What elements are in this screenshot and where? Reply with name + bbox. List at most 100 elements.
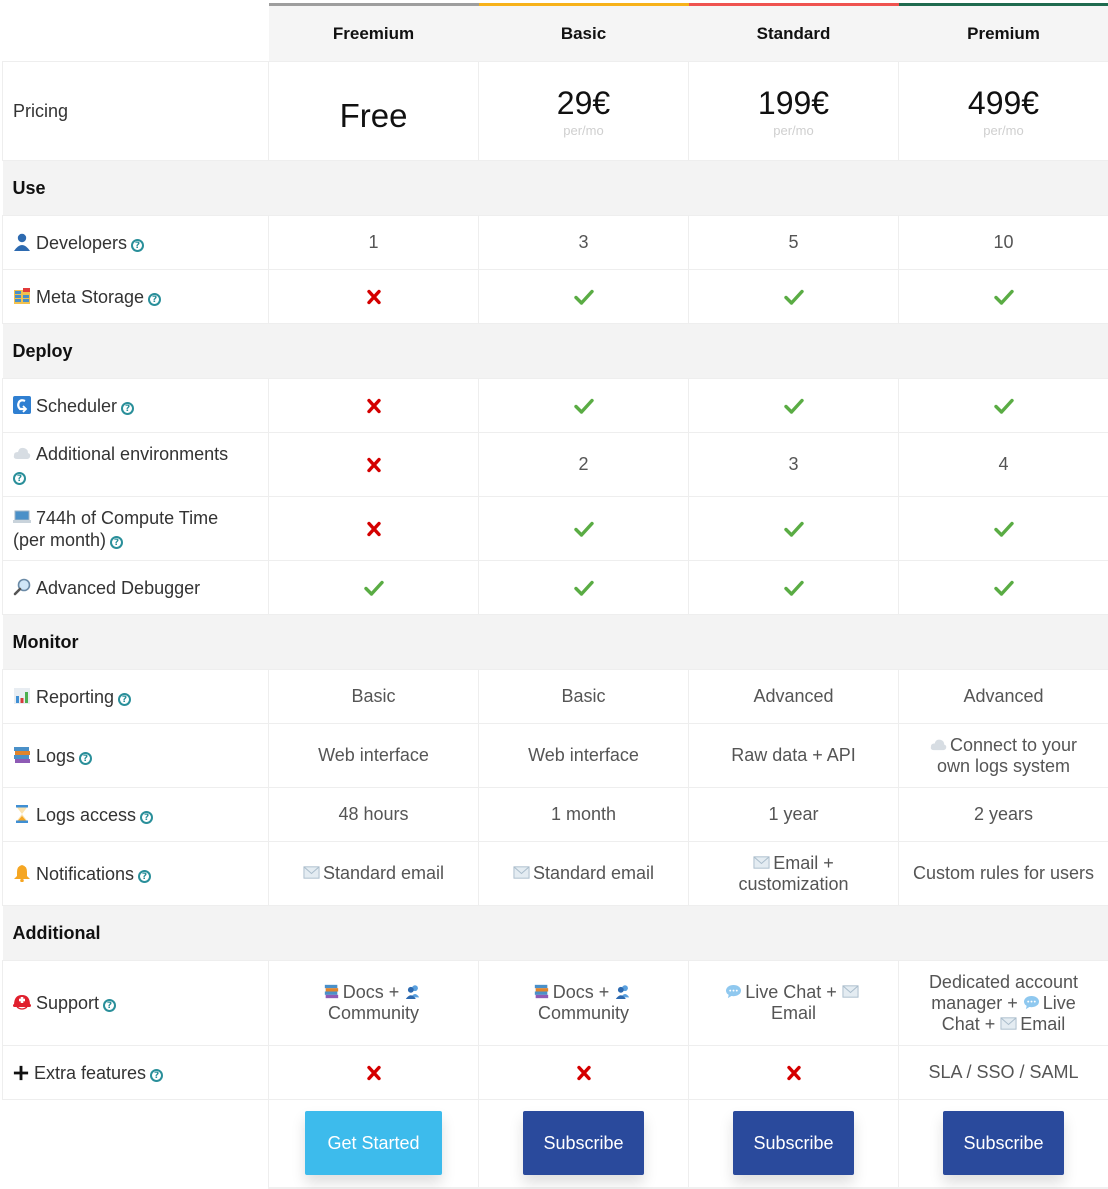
bar-chart-icon <box>13 687 31 705</box>
envelope-icon <box>753 855 770 870</box>
bell-icon <box>13 864 31 882</box>
feature-value: Docs + Community <box>479 961 689 1046</box>
feature-label-text: Meta Storage <box>36 287 144 307</box>
feature-value: SLA / SSO / SAML <box>899 1046 1108 1100</box>
feature-row-scheduler: Scheduler? <box>3 379 1108 433</box>
feature-value: Web interface <box>479 724 689 788</box>
feature-value <box>479 1046 689 1100</box>
section-use: Use <box>3 161 1108 216</box>
feature-label-text: Reporting <box>36 687 114 707</box>
feature-label-text: Extra features <box>34 1063 146 1083</box>
feature-label-text: Developers <box>36 233 127 253</box>
help-icon[interactable]: ? <box>150 1069 163 1082</box>
feature-value: Docs + Community <box>269 961 479 1046</box>
feature-value-text: Standard email <box>533 863 654 883</box>
help-icon[interactable]: ? <box>13 472 26 485</box>
feature-value: 2 <box>479 433 689 497</box>
help-icon[interactable]: ? <box>138 870 151 883</box>
help-icon[interactable]: ? <box>148 293 161 306</box>
cross-icon <box>364 1064 384 1082</box>
feature-value-text: Chat + <box>942 1014 996 1034</box>
feature-value <box>269 1046 479 1100</box>
feature-value-text: Docs + <box>343 982 400 1002</box>
feature-value-text: customization <box>738 874 848 894</box>
feature-value: 1 <box>269 216 479 270</box>
price-period: per/mo <box>689 123 898 138</box>
subscribe-premium-button[interactable]: Subscribe <box>943 1111 1064 1175</box>
magnifier-icon <box>13 578 31 596</box>
price-amount: 29€ <box>479 85 688 121</box>
check-icon <box>994 397 1014 415</box>
section-title: Monitor <box>3 615 1108 670</box>
header-blank <box>3 5 269 62</box>
cross-icon <box>364 456 384 474</box>
help-icon[interactable]: ? <box>121 402 134 415</box>
storage-icon <box>13 287 31 305</box>
feature-value-text: Live <box>1043 993 1076 1013</box>
section-deploy: Deploy <box>3 324 1108 379</box>
hourglass-icon <box>13 805 31 823</box>
check-icon <box>574 288 594 306</box>
envelope-icon <box>303 865 320 880</box>
cta-blank <box>3 1100 269 1188</box>
feature-row-meta-storage: Meta Storage? <box>3 270 1108 324</box>
section-title: Use <box>3 161 1108 216</box>
rescue-helmet-icon <box>13 993 31 1011</box>
check-icon <box>784 288 804 306</box>
cross-icon <box>784 1064 804 1082</box>
get-started-button[interactable]: Get Started <box>305 1111 442 1175</box>
feature-value <box>269 561 479 615</box>
help-icon[interactable]: ? <box>103 999 116 1012</box>
feature-label-text: Support <box>36 993 99 1013</box>
laptop-icon <box>13 508 31 526</box>
check-icon <box>994 579 1014 597</box>
subscribe-basic-button[interactable]: Subscribe <box>523 1111 644 1175</box>
feature-label: Logs? <box>3 724 269 788</box>
subscribe-standard-button[interactable]: Subscribe <box>733 1111 854 1175</box>
feature-label-text: (per month) <box>13 530 106 550</box>
feature-row-compute-time: 744h of Compute Time(per month)? <box>3 497 1108 561</box>
pricing-row: Pricing Free 29€ per/mo 199€ per/mo 499€… <box>3 62 1108 161</box>
feature-value <box>479 379 689 433</box>
section-monitor: Monitor <box>3 615 1108 670</box>
feature-value: Live Chat + Email <box>689 961 899 1046</box>
feature-value: 2 years <box>899 788 1108 842</box>
help-icon[interactable]: ? <box>110 536 123 549</box>
feature-row-developers: Developers? 1 3 5 10 <box>3 216 1108 270</box>
check-icon <box>784 579 804 597</box>
feature-value-text: Community <box>328 1003 419 1023</box>
pricing-table: Freemium Basic Standard Premium Pricing … <box>2 3 1108 1189</box>
help-icon[interactable]: ? <box>131 239 144 252</box>
feature-value-text: Email <box>1020 1014 1065 1034</box>
feature-label: Logs access? <box>3 788 269 842</box>
price-freemium: Free <box>269 62 479 161</box>
books-icon <box>533 984 550 999</box>
feature-value: Standard email <box>479 842 689 906</box>
feature-row-logs: Logs? Web interface Web interface Raw da… <box>3 724 1108 788</box>
cross-icon <box>364 397 384 415</box>
feature-label: Additional environments? <box>3 433 269 497</box>
feature-value-text: Email <box>771 1003 816 1023</box>
cross-icon <box>574 1064 594 1082</box>
price-standard: 199€ per/mo <box>689 62 899 161</box>
feature-value <box>689 561 899 615</box>
section-title: Additional <box>3 906 1108 961</box>
feature-value <box>899 561 1108 615</box>
cta-cell: Subscribe <box>689 1100 899 1188</box>
feature-row-extra-features: Extra features? SLA / SSO / SAML <box>3 1046 1108 1100</box>
people-icon <box>614 984 631 999</box>
help-icon[interactable]: ? <box>118 693 131 706</box>
feature-value: 48 hours <box>269 788 479 842</box>
feature-label-text: Scheduler <box>36 396 117 416</box>
feature-value <box>899 497 1108 561</box>
feature-row-logs-access: Logs access? 48 hours 1 month 1 year 2 y… <box>3 788 1108 842</box>
help-icon[interactable]: ? <box>79 752 92 765</box>
help-icon[interactable]: ? <box>140 811 153 824</box>
feature-value: Custom rules for users <box>899 842 1108 906</box>
feature-label-text: 744h of Compute Time <box>36 508 218 528</box>
check-icon <box>784 397 804 415</box>
section-title: Deploy <box>3 324 1108 379</box>
price-period: per/mo <box>899 123 1108 138</box>
price-basic: 29€ per/mo <box>479 62 689 161</box>
cta-row: Get Started Subscribe Subscribe Subscrib… <box>3 1100 1108 1188</box>
